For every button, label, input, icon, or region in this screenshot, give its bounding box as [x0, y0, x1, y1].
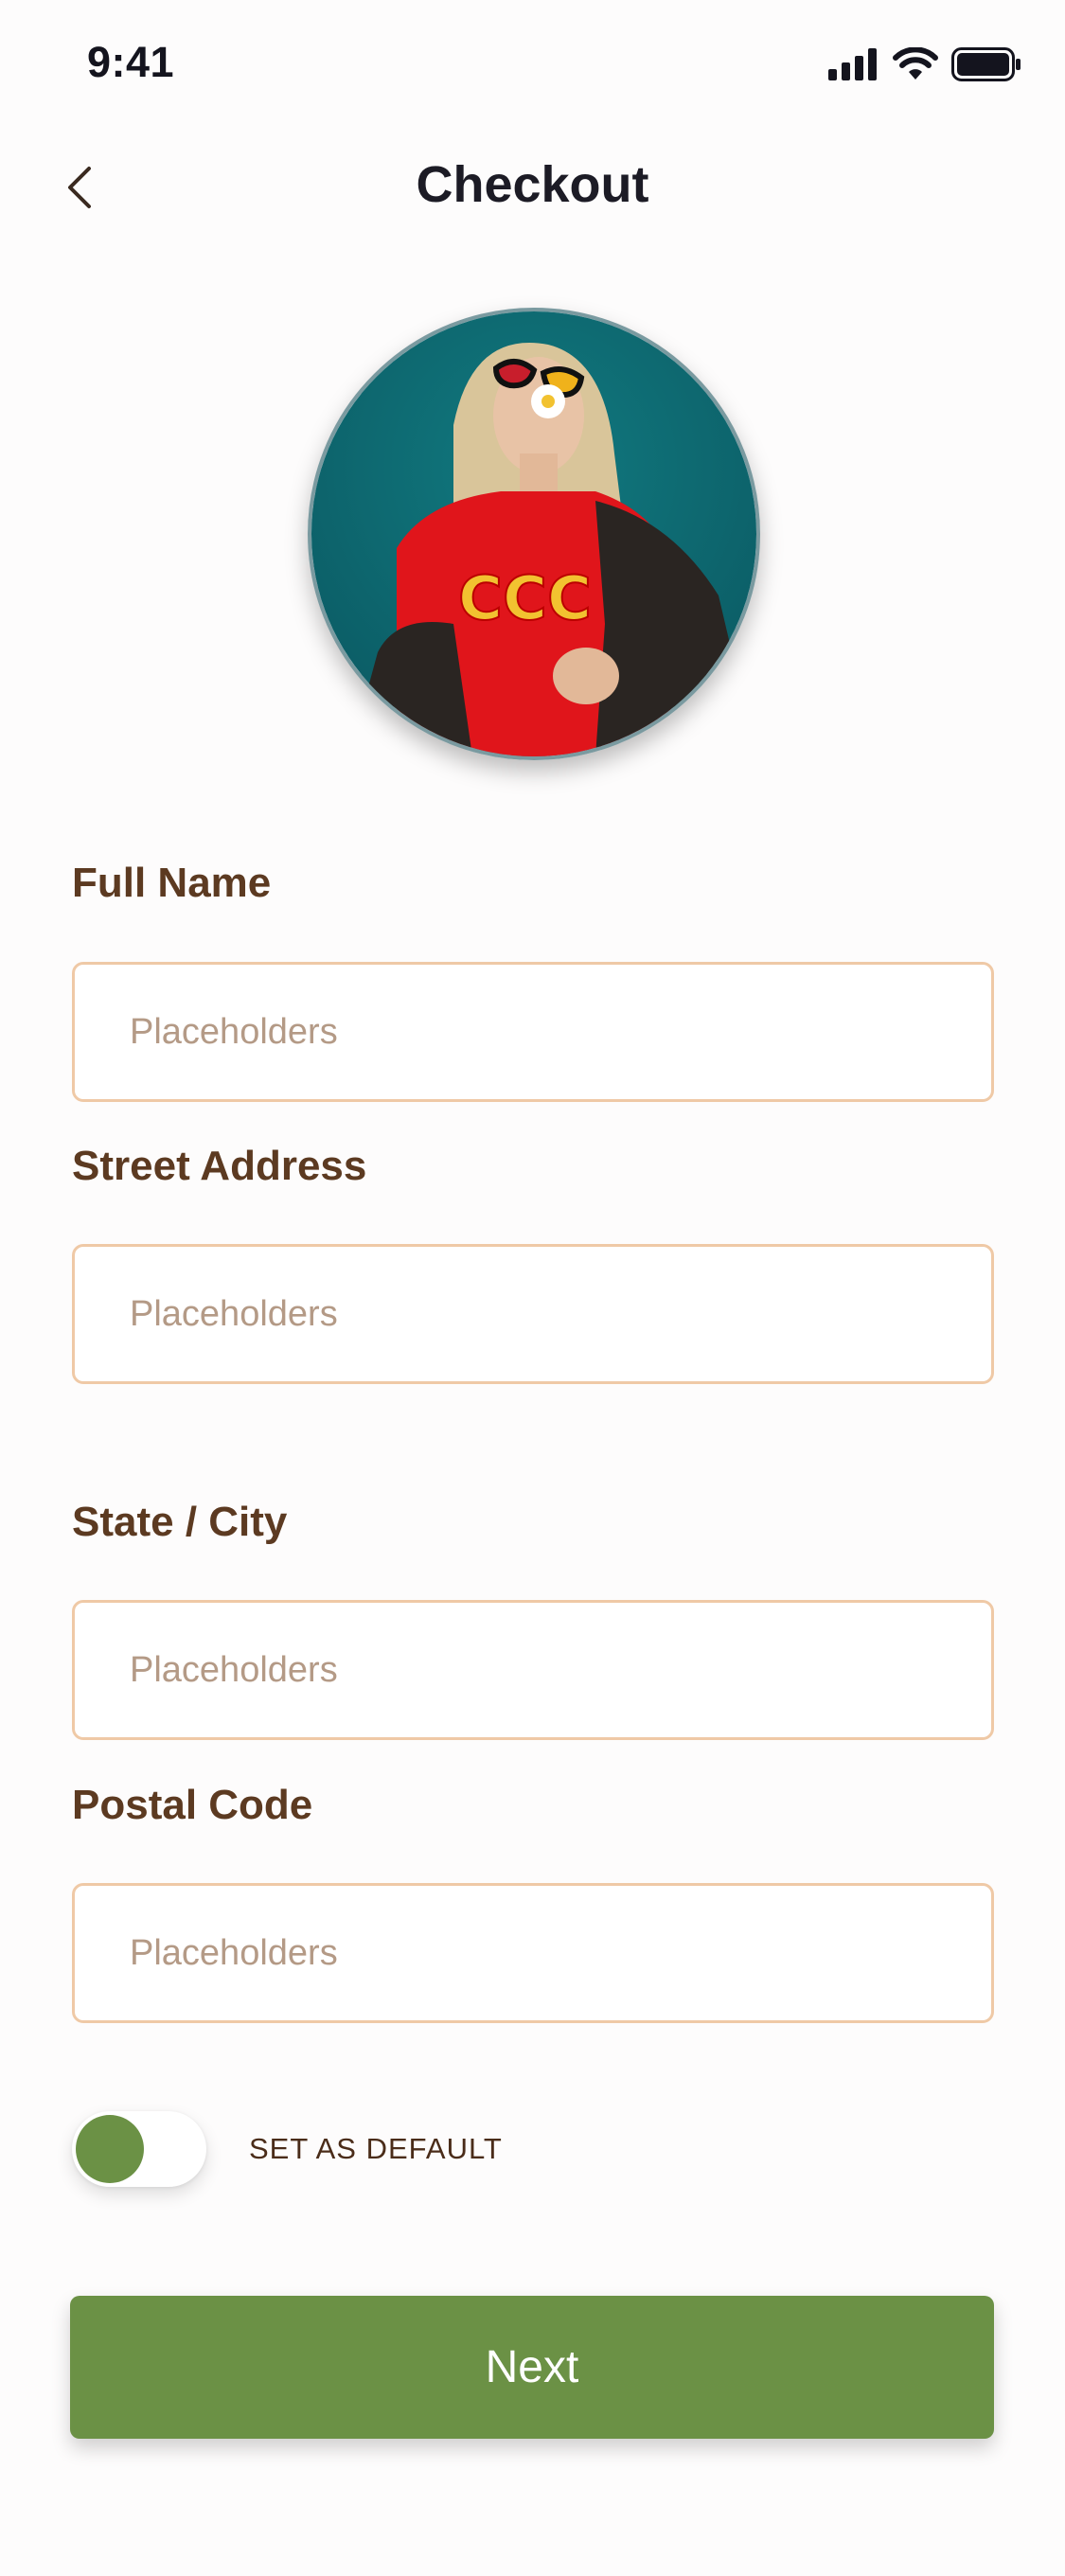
status-icons	[828, 45, 1021, 83]
set-default-toggle[interactable]	[72, 2111, 206, 2187]
street-address-field[interactable]	[72, 1244, 994, 1384]
state-city-label: State / City	[72, 1499, 288, 1545]
avatar: CCC	[308, 308, 760, 760]
cellular-signal-icon	[828, 48, 877, 80]
postal-code-field[interactable]	[72, 1883, 994, 2023]
set-default-label: SET AS DEFAULT	[249, 2132, 503, 2165]
battery-icon	[951, 47, 1021, 81]
profile-photo: CCC	[311, 311, 756, 756]
street-address-label: Street Address	[72, 1143, 367, 1189]
full-name-field[interactable]	[72, 962, 994, 1102]
street-address-input[interactable]	[130, 1293, 936, 1335]
toggle-knob	[76, 2115, 144, 2183]
checkout-screen: 9:41 Checkout CCC Full Name Placeholders…	[0, 0, 1065, 2576]
full-name-input[interactable]	[130, 1011, 936, 1053]
svg-text:CCC: CCC	[458, 564, 592, 634]
postal-code-label: Postal Code	[72, 1782, 313, 1828]
state-city-input[interactable]	[130, 1649, 936, 1691]
state-city-field[interactable]	[72, 1600, 994, 1740]
status-time: 9:41	[87, 38, 175, 86]
page-title: Checkout	[416, 156, 649, 213]
postal-code-input[interactable]	[130, 1932, 936, 1974]
wifi-icon	[893, 47, 938, 80]
next-button[interactable]: Next	[70, 2296, 994, 2439]
full-name-label: Full Name	[72, 860, 272, 906]
